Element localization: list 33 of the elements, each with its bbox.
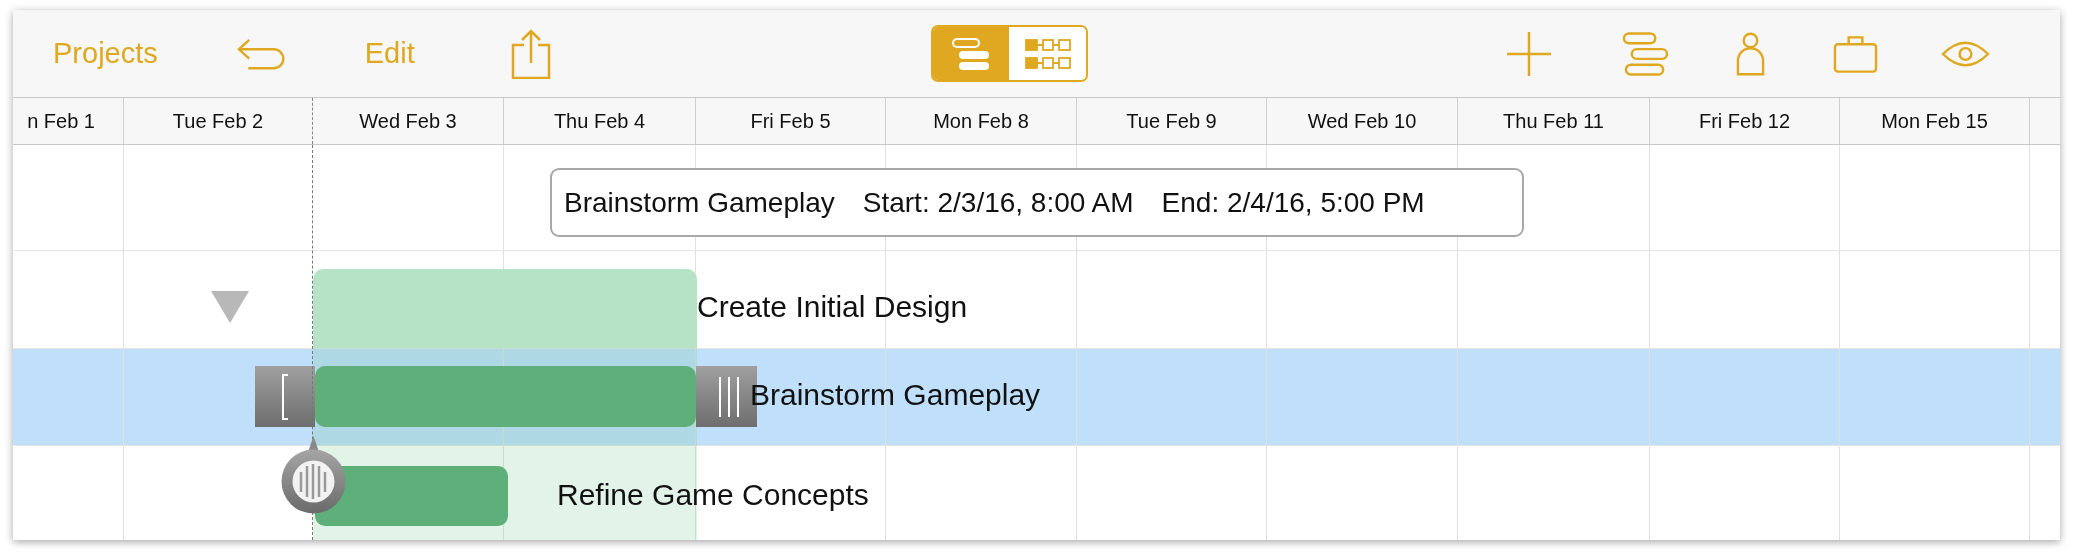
toolbar-link[interactable]: Projects <box>53 31 158 76</box>
person-icon[interactable] <box>1735 30 1765 77</box>
date-header: Tue Feb 2 <box>172 109 264 134</box>
date-header: Thu Feb 4 <box>553 109 646 134</box>
gantt-bars-icon <box>951 36 991 71</box>
share-icon[interactable] <box>510 28 551 79</box>
date-header: Wed Feb 3 <box>359 109 457 134</box>
date-header: Fri Feb 12 <box>1698 109 1791 134</box>
date-header: Thu Feb 11 <box>1503 109 1604 134</box>
eye-icon[interactable] <box>1940 38 1990 69</box>
tooltip-text: Start: 2/3/16, 8:00 AM <box>862 185 1134 220</box>
connection-knob[interactable] <box>281 436 346 514</box>
date-header: Tue Feb 9 <box>1126 109 1217 134</box>
date-header: Wed Feb 10 <box>1307 109 1417 134</box>
resize-handle[interactable] <box>255 366 315 427</box>
task-label: Brainstorm Gameplay <box>750 380 1041 410</box>
task-bars-icon[interactable] <box>1621 30 1669 77</box>
network-view-tab[interactable] <box>1009 27 1086 80</box>
date-header: n Feb 1 <box>27 109 95 134</box>
date-header: Fri Feb 5 <box>750 109 831 134</box>
collapse-triangle-icon[interactable] <box>211 291 249 323</box>
toolbar-link[interactable]: Edit <box>364 31 415 76</box>
add-icon[interactable] <box>1506 31 1551 76</box>
date-header: Mon Feb 8 <box>933 109 1029 134</box>
tooltip-text: Brainstorm Gameplay <box>564 185 835 220</box>
gantt-view-tab[interactable] <box>932 27 1010 80</box>
network-nodes-icon <box>1024 37 1071 70</box>
briefcase-icon[interactable] <box>1832 33 1878 74</box>
task-label: Refine Game Concepts <box>557 480 869 510</box>
task-label: Create Initial Design <box>697 292 968 322</box>
tooltip-text: End: 2/4/16, 5:00 PM <box>1161 185 1425 220</box>
date-header: Mon Feb 15 <box>1881 109 1988 134</box>
summary-bar[interactable] <box>313 269 697 348</box>
